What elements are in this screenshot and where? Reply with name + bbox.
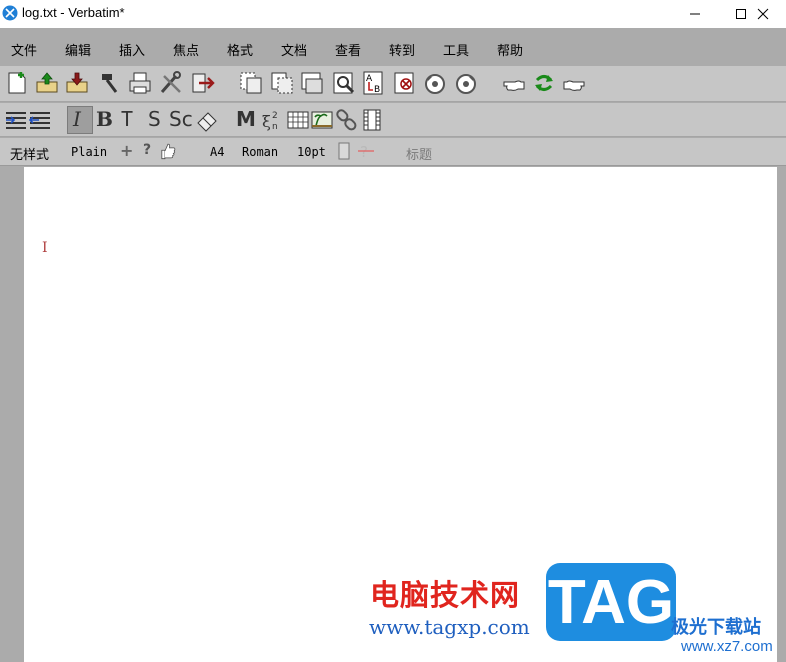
menu-format[interactable]: 格式 — [227, 40, 253, 59]
outdent-icon[interactable] — [27, 107, 53, 133]
menu-document[interactable]: 文档 — [281, 40, 307, 59]
print-icon[interactable] — [127, 70, 153, 96]
save-icon[interactable] — [64, 70, 90, 96]
menu-help[interactable]: 帮助 — [497, 40, 523, 59]
formula-icon[interactable]: ξ2n — [260, 107, 286, 133]
hand-back-icon[interactable] — [501, 71, 527, 97]
strike-icon[interactable]: ? — [357, 142, 375, 160]
font-family-select[interactable]: Roman — [242, 145, 278, 159]
table-icon[interactable] — [285, 107, 311, 133]
close-button[interactable] — [740, 0, 786, 28]
exit-icon[interactable] — [189, 70, 215, 96]
new-document-icon[interactable] — [4, 70, 30, 96]
sans-button[interactable]: S — [148, 107, 161, 131]
left-margin — [0, 167, 24, 662]
image-icon[interactable] — [309, 107, 335, 133]
font-style-select[interactable]: Plain — [71, 145, 107, 159]
paper-size-select[interactable]: A4 — [210, 145, 224, 159]
close-icon — [757, 8, 769, 20]
watermark-tag-logo: TAG — [546, 563, 676, 641]
paste-frame-icon[interactable] — [299, 70, 325, 96]
delete-icon[interactable] — [392, 70, 418, 96]
watermark-site-cn: 极光下载站 — [671, 617, 761, 638]
minimize-button[interactable] — [672, 0, 718, 28]
menu-bar: 文件 编辑 插入 焦点 格式 文档 查看 转到 工具 帮助 — [0, 28, 786, 66]
watermark-cn-text: 电脑技术网 — [370, 578, 521, 612]
watermark-site-url: www.xz7.com — [681, 638, 773, 655]
style-bar: 无样式 Plain + ? A4 Roman 10pt ? 标题 — [0, 138, 786, 166]
menu-focus[interactable]: 焦点 — [173, 40, 199, 59]
typewriter-button[interactable]: T — [121, 107, 133, 131]
paragraph-style-select[interactable]: 无样式 — [10, 144, 49, 163]
copy-frame-icon[interactable] — [238, 70, 264, 96]
svg-text:B: B — [374, 85, 380, 95]
svg-text:n: n — [272, 122, 278, 132]
watermark-tag-text: TAG — [547, 568, 675, 637]
page-icon[interactable] — [337, 142, 351, 160]
eraser-icon[interactable] — [194, 107, 220, 133]
zoom-icon[interactable] — [331, 70, 357, 96]
spell-check-icon[interactable]: AB — [361, 70, 387, 96]
smallcaps-button[interactable]: Sc — [169, 107, 193, 131]
menu-view[interactable]: 查看 — [335, 40, 361, 59]
thumbs-up-icon[interactable] — [158, 141, 178, 161]
main-toolbar: AB — [0, 66, 786, 102]
add-style-button[interactable]: + — [120, 141, 133, 160]
menu-goto[interactable]: 转到 — [389, 40, 415, 59]
math-button[interactable]: M — [236, 107, 256, 131]
heading-label: 标题 — [406, 148, 433, 163]
indent-icon[interactable] — [3, 107, 29, 133]
right-margin — [777, 167, 786, 662]
help-style-button[interactable]: ? — [143, 142, 151, 158]
format-toolbar: I B T S Sc M ξ2n — [0, 103, 786, 137]
link-icon[interactable] — [334, 107, 360, 133]
tools-icon[interactable] — [158, 70, 184, 96]
menu-edit[interactable]: 编辑 — [65, 40, 91, 59]
cut-frame-icon[interactable] — [269, 70, 295, 96]
minimize-icon — [690, 13, 700, 15]
menu-file[interactable]: 文件 — [11, 40, 37, 59]
title-bar: log.txt - Verbatim* — [0, 0, 786, 28]
svg-text:2: 2 — [272, 111, 278, 121]
font-size-select[interactable]: 10pt — [297, 145, 326, 159]
menu-tools[interactable]: 工具 — [443, 40, 469, 59]
undo-icon[interactable] — [422, 71, 448, 97]
hand-forward-icon[interactable] — [561, 71, 587, 97]
app-window: log.txt - Verbatim* 文件 编辑 插入 焦点 格式 文档 查看… — [0, 0, 786, 662]
bold-button[interactable]: B — [96, 107, 113, 131]
window-title: log.txt - Verbatim* — [22, 5, 125, 20]
svg-text:ξ: ξ — [262, 112, 271, 131]
film-icon[interactable] — [359, 107, 385, 133]
hammer-icon[interactable] — [96, 70, 122, 96]
text-cursor: I — [42, 240, 48, 256]
verbatim-logo-icon — [2, 5, 18, 21]
refresh-icon[interactable] — [531, 70, 557, 96]
watermark-url: www.tagxp.com — [369, 615, 530, 639]
open-icon[interactable] — [34, 70, 60, 96]
menu-insert[interactable]: 插入 — [119, 40, 145, 59]
redo-icon[interactable] — [453, 71, 479, 97]
italic-button[interactable]: I — [73, 107, 81, 131]
